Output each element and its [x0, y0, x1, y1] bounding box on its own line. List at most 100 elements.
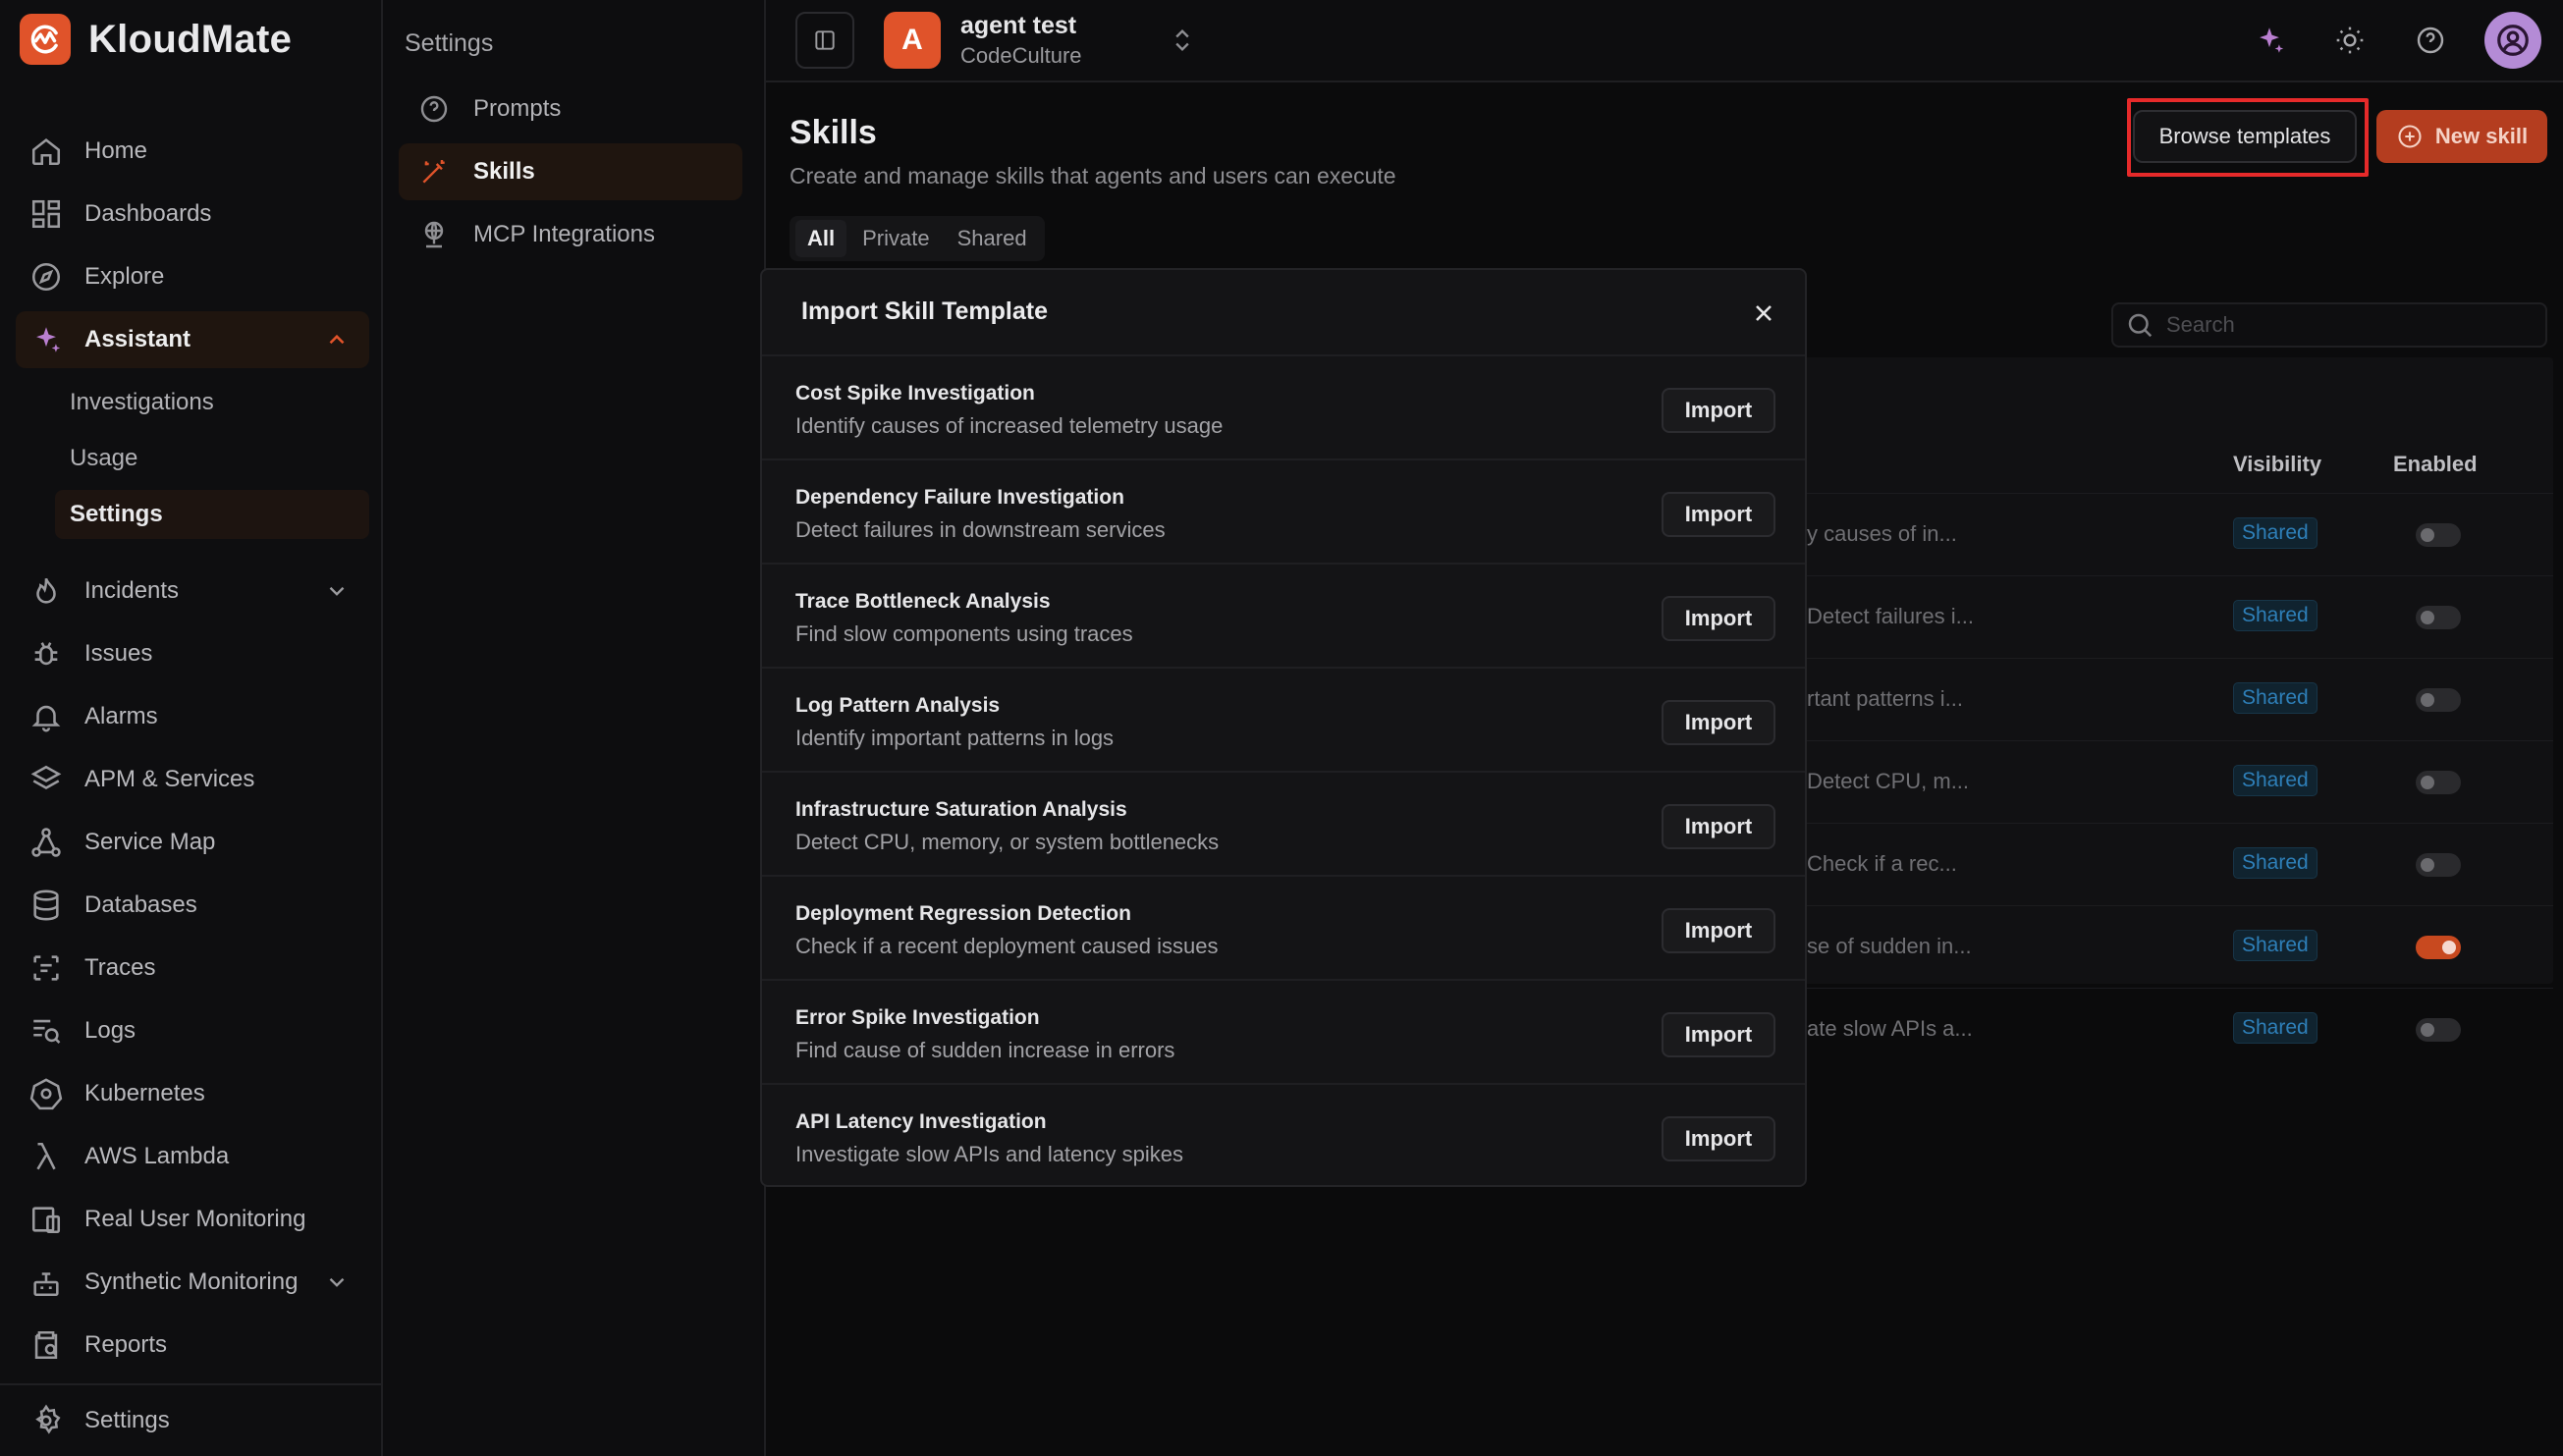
column-header-enabled[interactable]: Enabled — [2393, 452, 2478, 477]
nav-aws-lambda[interactable]: AWS Lambda — [16, 1128, 369, 1185]
bell-icon — [31, 705, 61, 732]
user-circle-icon — [2497, 25, 2529, 56]
chevron-up-icon[interactable] — [324, 327, 350, 352]
row-description: rtant patterns i... — [1807, 686, 1963, 711]
settings-item-label: Skills — [473, 158, 535, 185]
search-input[interactable] — [2166, 312, 2539, 338]
nav-synthetic[interactable]: Synthetic Monitoring — [16, 1254, 369, 1311]
enabled-toggle[interactable] — [2416, 853, 2461, 877]
nav-explore[interactable]: Explore — [16, 248, 369, 305]
nav-label: Reports — [84, 1331, 168, 1358]
import-button[interactable]: Import — [1662, 1012, 1775, 1057]
settings-heading: Settings — [405, 29, 494, 57]
sun-icon — [2336, 27, 2364, 54]
nav-databases[interactable]: Databases — [16, 877, 369, 934]
kloudmate-logo-icon — [20, 14, 71, 65]
import-button[interactable]: Import — [1662, 388, 1775, 433]
nav-label: Settings — [84, 1407, 170, 1433]
nav-traces[interactable]: Traces — [16, 940, 369, 997]
nav-reports[interactable]: Reports — [16, 1317, 369, 1374]
chevron-up-down-icon[interactable] — [1169, 24, 1196, 57]
enabled-toggle[interactable] — [2416, 1018, 2461, 1042]
nav-label: Home — [84, 137, 148, 164]
import-button[interactable]: Import — [1662, 908, 1775, 953]
nav-home[interactable]: Home — [16, 123, 369, 180]
nav-issues[interactable]: Issues — [16, 625, 369, 682]
template-row: Infrastructure Saturation Analysis Detec… — [762, 771, 1805, 875]
import-button[interactable]: Import — [1662, 596, 1775, 641]
nav-incidents[interactable]: Incidents — [16, 563, 369, 620]
network-icon — [31, 828, 61, 857]
template-row: Dependency Failure Investigation Detect … — [762, 458, 1805, 563]
nav-label: Incidents — [84, 577, 180, 604]
ai-sparkles-button[interactable] — [2249, 20, 2290, 61]
enabled-toggle[interactable] — [2416, 523, 2461, 547]
theme-toggle-button[interactable] — [2329, 20, 2371, 61]
tab-private[interactable]: Private — [850, 220, 941, 257]
chevron-down-icon[interactable] — [324, 578, 350, 604]
sidebar-toggle-button[interactable] — [795, 12, 854, 69]
tab-shared[interactable]: Shared — [946, 220, 1039, 257]
visibility-badge: Shared — [2233, 682, 2318, 714]
template-name: Cost Spike Investigation — [795, 382, 1035, 404]
org-subtitle: CodeCulture — [960, 43, 1082, 68]
nav-assistant-settings[interactable]: Settings — [55, 490, 369, 539]
row-description: y causes of in... — [1807, 521, 1957, 546]
nav-usage[interactable]: Usage — [55, 434, 369, 483]
nav-rum[interactable]: Real User Monitoring — [16, 1191, 369, 1248]
org-name[interactable]: agent test — [960, 12, 1076, 40]
magic-wand-icon — [422, 160, 445, 184]
visibility-badge: Shared — [2233, 847, 2318, 879]
nav-label: Alarms — [84, 703, 158, 729]
browse-templates-button[interactable]: Browse templates — [2133, 110, 2357, 163]
settings-item-skills[interactable]: Skills — [399, 143, 742, 200]
help-circle-icon — [420, 95, 448, 123]
robot-icon — [33, 1272, 59, 1297]
enabled-toggle[interactable] — [2416, 936, 2461, 959]
devices-icon — [31, 1207, 61, 1234]
nav-logs[interactable]: Logs — [16, 1002, 369, 1059]
import-button[interactable]: Import — [1662, 492, 1775, 537]
help-button[interactable] — [2410, 20, 2451, 61]
page-title: Skills — [790, 114, 877, 151]
nav-label: Traces — [84, 954, 156, 981]
org-avatar[interactable]: A — [884, 12, 941, 69]
nav-label: AWS Lambda — [84, 1143, 230, 1169]
report-icon — [34, 1330, 58, 1360]
row-description: Detect failures i... — [1807, 604, 1974, 628]
page-subtitle: Create and manage skills that agents and… — [790, 163, 1396, 189]
template-row: Log Pattern Analysis Identify important … — [762, 667, 1805, 771]
user-avatar-button[interactable] — [2484, 12, 2541, 69]
enabled-toggle[interactable] — [2416, 606, 2461, 629]
settings-item-prompts[interactable]: Prompts — [399, 81, 742, 137]
import-button[interactable]: Import — [1662, 700, 1775, 745]
nav-settings[interactable]: Settings — [16, 1392, 369, 1449]
import-button[interactable]: Import — [1662, 1116, 1775, 1161]
nav-label: Issues — [84, 640, 153, 667]
settings-item-label: MCP Integrations — [473, 221, 655, 247]
nav-assistant[interactable]: Assistant — [16, 311, 369, 368]
nav-label: APM & Services — [84, 766, 255, 792]
sparkles-icon — [36, 327, 61, 352]
template-description: Find cause of sudden increase in errors — [795, 1038, 1175, 1062]
column-header-visibility[interactable]: Visibility — [2233, 452, 2321, 477]
chevron-down-icon[interactable] — [324, 1269, 350, 1295]
settings-item-mcp[interactable]: MCP Integrations — [399, 206, 742, 263]
template-name: API Latency Investigation — [795, 1110, 1047, 1133]
modal-close-button[interactable] — [1744, 294, 1783, 333]
tab-all[interactable]: All — [795, 220, 847, 257]
template-row: API Latency Investigation Investigate sl… — [762, 1083, 1805, 1185]
enabled-toggle[interactable] — [2416, 771, 2461, 794]
template-name: Error Spike Investigation — [795, 1006, 1040, 1029]
new-skill-button[interactable]: New skill — [2376, 110, 2547, 163]
import-button[interactable]: Import — [1662, 804, 1775, 849]
nav-kubernetes[interactable]: Kubernetes — [16, 1065, 369, 1122]
nav-dashboards[interactable]: Dashboards — [16, 186, 369, 243]
enabled-toggle[interactable] — [2416, 688, 2461, 712]
nav-apm[interactable]: APM & Services — [16, 751, 369, 808]
nav-alarms[interactable]: Alarms — [16, 688, 369, 745]
nav-investigations[interactable]: Investigations — [55, 378, 369, 427]
brand-logo[interactable]: KloudMate — [20, 14, 292, 65]
nav-service-map[interactable]: Service Map — [16, 814, 369, 871]
template-description: Detect CPU, memory, or system bottleneck… — [795, 830, 1220, 854]
